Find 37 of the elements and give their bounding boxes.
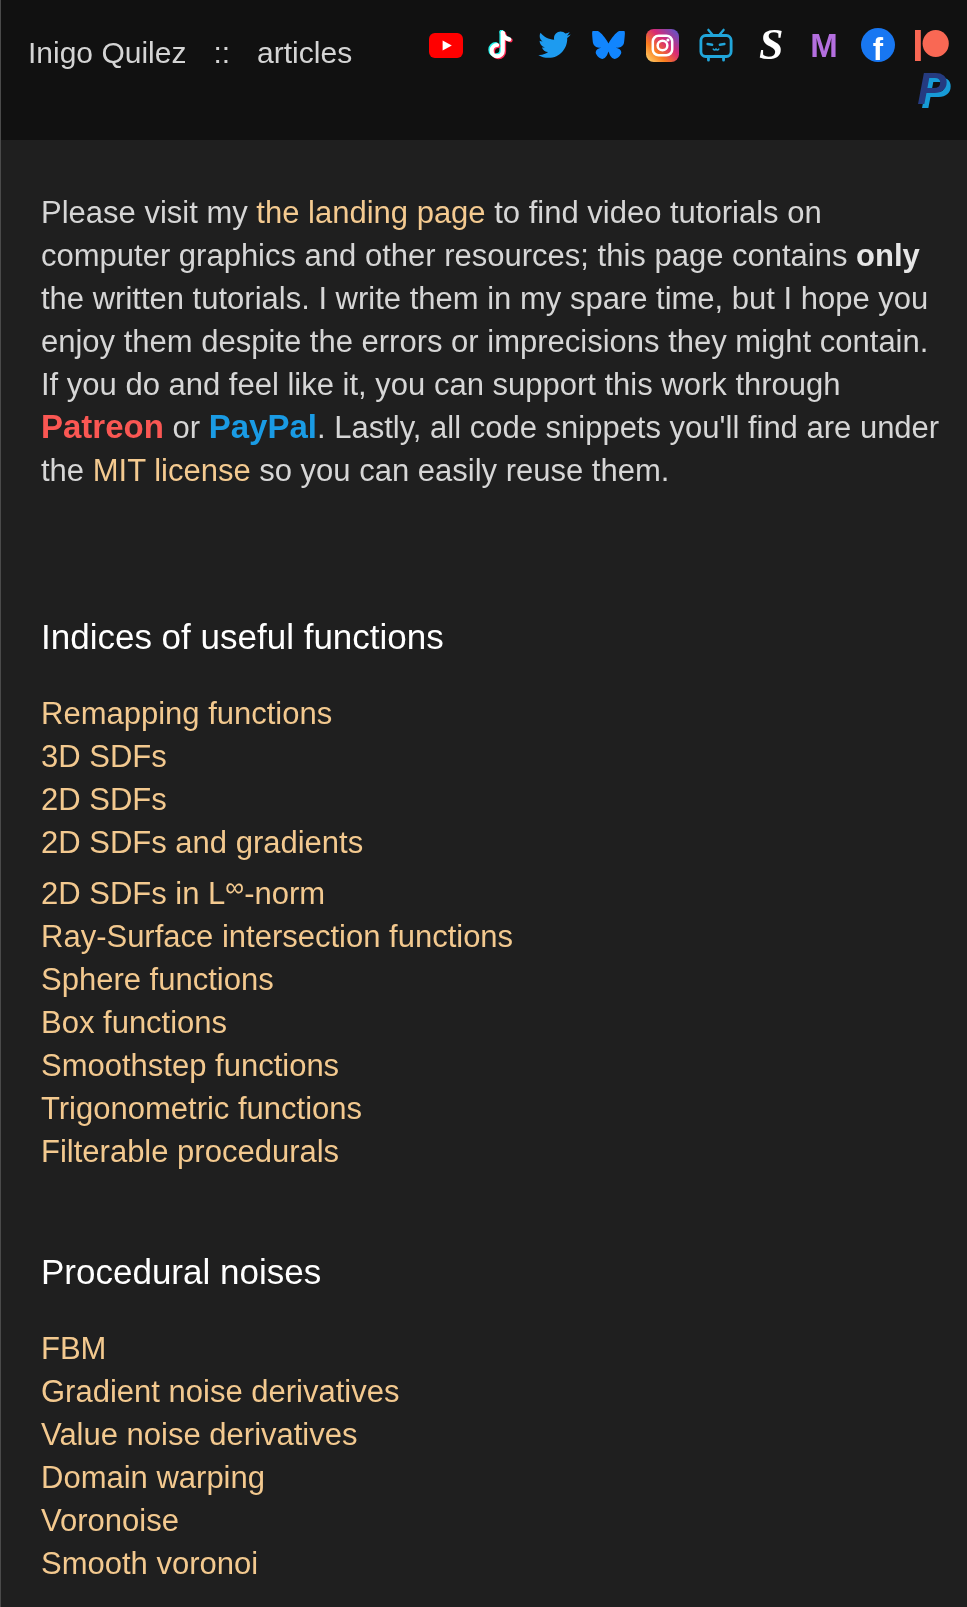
play-icon[interactable] [429,32,463,58]
camera-icon[interactable] [645,28,679,62]
tv-face-icon[interactable] [699,28,733,62]
article-link[interactable]: Smooth voronoi [41,1546,259,1581]
section-heading: Indices of useful functions [41,616,445,658]
section-link[interactable]: articles [257,38,353,68]
breadcrumb-separator: :: [213,38,231,68]
article-link[interactable]: Value noise derivatives [41,1417,358,1452]
article-link[interactable]: FBM [41,1331,107,1366]
article-link[interactable]: Remapping functions [41,696,333,731]
inline-link[interactable]: the landing page [256,195,486,230]
article-link[interactable]: Ray-Surface intersection functions [41,919,514,954]
intro-paragraph: Please visit my the landing page to find video tutorials on computer graphics and other resources; this page contains only the written tutorials. I write them in my spare time, but I hope you enjoy them despite the errors or imprecisions they might contain. If you do and feel like it, you can support this work through Patreon or PayPal. Lastly, all code snippets you'll find are under the MIT license so you can easily reuse them. [41,194,941,490]
article-link[interactable]: Sphere functions [41,962,274,997]
brand-link[interactable]: Patreon [41,408,164,445]
circle-bar-icon[interactable] [915,29,949,61]
site-title[interactable]: Inigo Quilez [28,38,187,68]
music-note-icon[interactable] [487,30,513,60]
article-link[interactable]: Domain warping [41,1460,265,1495]
article-link[interactable]: 2D SDFs [41,782,167,817]
section-heading: Procedural noises [41,1251,323,1293]
inline-link[interactable]: MIT license [92,453,251,488]
article-link[interactable]: Filterable procedurals [41,1134,340,1169]
article-link[interactable]: 2D SDFs in L$^{∞}$-norm [41,876,326,911]
article-link[interactable]: Gradient noise derivatives [41,1374,400,1409]
article-link[interactable]: Trigonometric functions [41,1091,363,1126]
brand-link[interactable]: PayPal [208,408,317,445]
article-link[interactable]: 2D SDFs and gradients [41,825,364,860]
article-link[interactable]: Smoothstep functions [41,1048,340,1083]
bird-icon[interactable] [537,31,571,59]
butterfly-icon[interactable] [591,30,625,60]
article-link[interactable]: Voronoise [41,1503,179,1538]
letter-disc-icon[interactable]: f [861,28,895,62]
letter-icon[interactable]: M [810,32,838,58]
article-link[interactable]: 3D SDFs [41,739,167,774]
article-link[interactable]: Box functions [41,1005,228,1040]
script-letter-icon[interactable]: S [759,29,781,61]
